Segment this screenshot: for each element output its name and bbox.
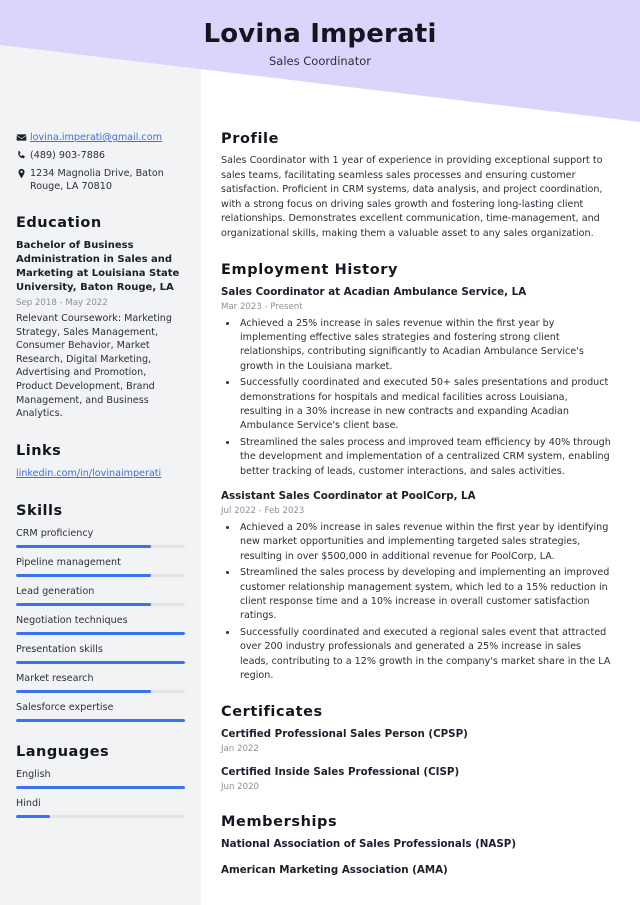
- language-item: Hindi: [16, 797, 185, 818]
- skill-label: Lead generation: [16, 585, 95, 597]
- skill-label: Salesforce expertise: [16, 701, 114, 713]
- skill-bar-fill: [16, 602, 152, 606]
- skill-bar-fill: [16, 718, 185, 722]
- skill-item: Market research: [16, 672, 185, 693]
- job-bullet: Achieved a 25% increase in sales revenue…: [238, 317, 612, 375]
- contact-address-value: 1234 Magnolia Drive, Baton Rouge, LA 708…: [30, 168, 164, 192]
- sidebar: lovina.imperati@gmail.com (489) 903-7886…: [0, 0, 201, 905]
- skill-label: CRM proficiency: [16, 527, 94, 539]
- membership-item: National Association of Sales Profession…: [221, 837, 517, 850]
- language-bar-fill: [16, 814, 50, 818]
- skill-bar-fill: [16, 631, 185, 635]
- skill-bar-fill: [16, 544, 152, 548]
- job-bullet-list: Achieved a 20% increase in sales revenue…: [221, 521, 612, 683]
- skill-bar-fill: [16, 573, 152, 577]
- memberships-list: National Association of Sales Profession…: [221, 837, 612, 878]
- job-bullet: Successfully coordinated and executed 50…: [238, 376, 612, 434]
- skill-item: Negotiation techniques: [16, 614, 185, 635]
- contact-list: lovina.imperati@gmail.com (489) 903-7886…: [16, 131, 185, 193]
- certificate-item: Certified Inside Sales Professional (CIS…: [221, 765, 612, 794]
- memberships-section: Memberships National Association of Sale…: [221, 814, 612, 878]
- certificate-item: Certified Professional Sales Person (CPS…: [221, 727, 612, 756]
- job-dates: Jul 2022 - Feb 2023: [221, 506, 305, 517]
- main-content: Profile Sales Coordinator with 1 year of…: [201, 0, 640, 905]
- certificate-title: Certified Professional Sales Person (CPS…: [221, 727, 468, 740]
- email-link[interactable]: lovina.imperati@gmail.com: [30, 132, 162, 143]
- job-title: Sales Coordinator: [269, 54, 371, 68]
- page-title: Lovina Imperati: [203, 19, 437, 49]
- job-bullet-list: Achieved a 25% increase in sales revenue…: [221, 317, 612, 479]
- skill-item: Salesforce expertise: [16, 701, 185, 722]
- links-heading: Links: [16, 442, 62, 459]
- skill-label: Negotiation techniques: [16, 614, 128, 626]
- job-bullet: Streamlined the sales process by develop…: [238, 566, 612, 624]
- certificates-list: Certified Professional Sales Person (CPS…: [221, 727, 612, 794]
- certificates-heading: Certificates: [221, 703, 323, 720]
- certificate-date: Jan 2022: [221, 743, 259, 754]
- location-pin-icon: [16, 167, 30, 179]
- languages-list: English Hindi: [16, 768, 185, 818]
- education-dates: Sep 2018 - May 2022: [16, 298, 108, 308]
- job-dates: Mar 2023 - Present: [221, 301, 303, 312]
- contact-email-value: lovina.imperati@gmail.com: [30, 131, 185, 144]
- membership-item: American Marketing Association (AMA): [221, 863, 448, 876]
- job-bullet: Achieved a 20% increase in sales revenue…: [238, 521, 612, 564]
- skill-label: Pipeline management: [16, 556, 121, 568]
- job-title-heading: Sales Coordinator at Acadian Ambulance S…: [221, 285, 527, 298]
- language-bar-track: [16, 814, 185, 818]
- job-bullet: Successfully coordinated and executed a …: [238, 626, 612, 684]
- job-bullet: Streamlined the sales process and improv…: [238, 436, 612, 479]
- envelope-icon: [16, 131, 30, 143]
- contact-item-email: lovina.imperati@gmail.com: [16, 131, 185, 144]
- memberships-heading: Memberships: [221, 813, 338, 830]
- skill-bar-track: [16, 631, 185, 635]
- skill-bar-track: [16, 660, 185, 664]
- certificate-date: Jun 2020: [221, 781, 260, 792]
- education-degree: Bachelor of Business Administration in S…: [16, 240, 180, 293]
- employment-section: Employment History Sales Coordinator at …: [221, 262, 612, 684]
- skills-list: CRM proficiency Pipeline management Lead g…: [16, 527, 185, 722]
- skill-item: Lead generation: [16, 585, 185, 606]
- profile-heading: Profile: [221, 131, 280, 147]
- jobs-list: Sales Coordinator at Acadian Ambulance S…: [221, 285, 612, 684]
- education-description: Relevant Coursework: Marketing Strategy,…: [16, 313, 172, 420]
- skills-heading: Skills: [16, 502, 63, 519]
- linkedin-link[interactable]: linkedin.com/in/lovinaimperati: [16, 468, 161, 479]
- resume-document: lovina.imperati@gmail.com (489) 903-7886…: [0, 0, 640, 905]
- link-item: linkedin.com/in/lovinaimperati: [16, 467, 185, 481]
- employment-heading: Employment History: [221, 261, 399, 278]
- contact-phone-value: (489) 903-7886: [30, 150, 106, 161]
- skill-bar-track: [16, 544, 185, 548]
- skill-bar-track: [16, 718, 185, 722]
- skill-item: Pipeline management: [16, 556, 185, 577]
- languages-heading: Languages: [16, 743, 110, 760]
- language-item: English: [16, 768, 185, 789]
- header-text-block: Lovina Imperati Sales Coordinator: [0, 0, 640, 100]
- skill-item: Presentation skills: [16, 643, 185, 664]
- phone-icon: [16, 149, 30, 161]
- job-title-heading: Assistant Sales Coordinator at PoolCorp,…: [221, 490, 476, 503]
- skill-label: Presentation skills: [16, 643, 103, 655]
- skill-bar-track: [16, 689, 185, 693]
- skill-bar-fill: [16, 660, 185, 664]
- language-label: English: [16, 768, 51, 780]
- profile-text: Sales Coordinator with 1 year of experie…: [221, 155, 603, 239]
- skill-bar-track: [16, 602, 185, 606]
- contact-item-address: 1234 Magnolia Drive, Baton Rouge, LA 708…: [16, 167, 185, 193]
- certificate-title: Certified Inside Sales Professional (CIS…: [221, 765, 460, 778]
- language-label: Hindi: [16, 797, 41, 809]
- skill-label: Market research: [16, 672, 94, 684]
- education-heading: Education: [16, 215, 102, 231]
- profile-section: Profile Sales Coordinator with 1 year of…: [221, 131, 612, 242]
- certificates-section: Certificates Certified Professional Sale…: [221, 704, 612, 794]
- skill-bar-fill: [16, 689, 152, 693]
- skill-bar-track: [16, 573, 185, 577]
- language-bar-fill: [16, 785, 185, 789]
- contact-item-phone: (489) 903-7886: [16, 149, 185, 162]
- skill-item: CRM proficiency: [16, 527, 185, 548]
- language-bar-track: [16, 785, 185, 789]
